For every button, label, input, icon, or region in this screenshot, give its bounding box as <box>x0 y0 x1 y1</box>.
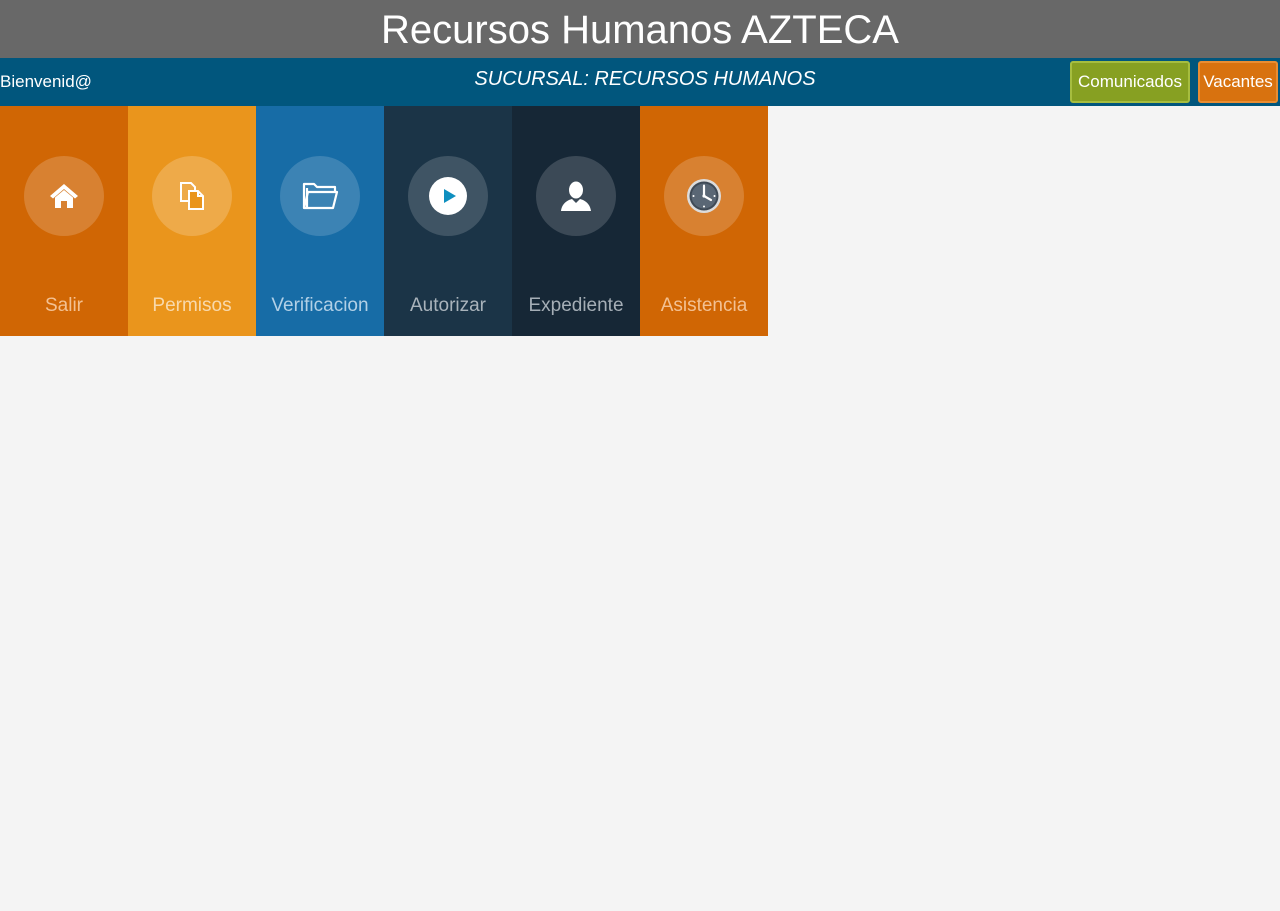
clock-icon <box>664 156 744 236</box>
play-icon <box>408 156 488 236</box>
tile-label: Expediente <box>528 295 624 316</box>
menu-tiles: Salir Permisos Verificacion Autorizar Ex… <box>0 106 768 336</box>
tile-expediente[interactable]: Expediente <box>512 106 640 336</box>
vacantes-button[interactable]: Vacantes <box>1198 61 1278 103</box>
tile-label: Autorizar <box>409 295 487 316</box>
app-title-bar: Recursos Humanos AZTECA <box>0 0 1280 58</box>
documents-icon <box>152 156 232 236</box>
tile-label: Asistencia <box>660 295 748 316</box>
tile-label: Verificacion <box>271 295 369 316</box>
tile-salir[interactable]: Salir <box>0 106 128 336</box>
tile-asistencia[interactable]: Asistencia <box>640 106 768 336</box>
app-title: Recursos Humanos AZTECA <box>381 8 899 52</box>
nav-bar: Bienvenid@ SUCURSAL: RECURSOS HUMANOS Co… <box>0 58 1280 106</box>
tile-autorizar[interactable]: Autorizar <box>384 106 512 336</box>
tile-label: Salir <box>44 295 83 316</box>
tile-verificacion[interactable]: Verificacion <box>256 106 384 336</box>
home-icon <box>24 156 104 236</box>
tile-permisos[interactable]: Permisos <box>128 106 256 336</box>
user-icon <box>536 156 616 236</box>
tile-label: Permisos <box>152 295 232 316</box>
comunicados-button[interactable]: Comunicados <box>1070 61 1190 103</box>
folder-icon <box>280 156 360 236</box>
